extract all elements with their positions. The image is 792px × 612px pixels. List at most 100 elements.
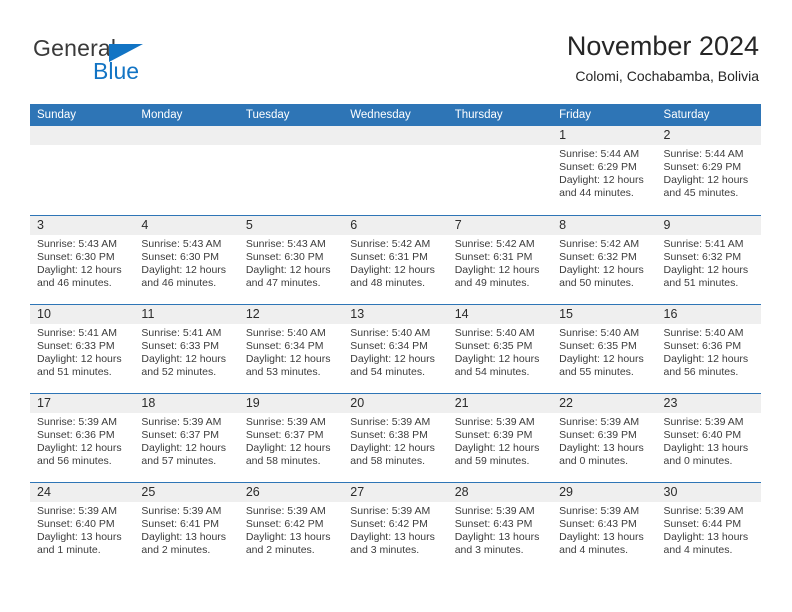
day-details: Sunrise: 5:42 AM Sunset: 6:31 PM Daylight:… (448, 235, 552, 290)
day-number-band: 10 (30, 305, 135, 324)
sunset-text: Sunset: 6:43 PM (454, 518, 533, 531)
day-cell[interactable]: 16 Sunrise: 5:40 AM Sunset: 6:36 PM Dayligh… (656, 305, 761, 393)
day-number-band: 21 (447, 394, 553, 413)
day-number-band: 28 (447, 483, 553, 502)
sunset-text: Sunset: 6:34 PM (350, 340, 428, 353)
sunrise-text: Sunrise: 5:39 AM (559, 416, 640, 428)
day-cell[interactable]: 1 Sunrise: 5:44 AM Sunset: 6:29 PM Daylight… (552, 126, 657, 215)
day-cell[interactable]: 14 Sunrise: 5:40 AM Sunset: 6:35 PM Dayligh… (447, 305, 553, 393)
day-number-band: 15 (552, 305, 657, 324)
day-number-band: 1 (552, 126, 657, 145)
daylight-text: Daylight: 12 hours and 56 minutes. (663, 353, 749, 379)
day-cell[interactable]: 27 Sunrise: 5:39 AM Sunset: 6:42 PM Dayligh… (343, 483, 448, 571)
sunrise-text: Sunrise: 5:40 AM (245, 327, 326, 339)
daylight-text: Daylight: 12 hours and 53 minutes. (245, 353, 331, 379)
day-number: 6 (350, 218, 358, 232)
day-cell[interactable]: 11 Sunrise: 5:41 AM Sunset: 6:33 PM Dayligh… (134, 305, 239, 393)
day-cell[interactable]: 25 Sunrise: 5:39 AM Sunset: 6:41 PM Dayligh… (134, 483, 239, 571)
daylight-text: Daylight: 12 hours and 46 minutes. (37, 264, 122, 290)
day-number-band: 27 (343, 483, 448, 502)
sunset-text: Sunset: 6:33 PM (141, 340, 220, 353)
day-cell[interactable]: 2 Sunrise: 5:44 AM Sunset: 6:29 PM Daylight… (656, 126, 761, 215)
day-cell[interactable]: 4 Sunrise: 5:43 AM Sunset: 6:30 PM Daylight… (134, 216, 239, 304)
day-details: Sunrise: 5:40 AM Sunset: 6:36 PM Daylight:… (657, 324, 761, 379)
day-details: Sunrise: 5:39 AM Sunset: 6:38 PM Daylight:… (343, 413, 447, 468)
day-cell-empty (134, 126, 239, 215)
day-number-band: 16 (656, 305, 761, 324)
day-cell[interactable]: 6 Sunrise: 5:42 AM Sunset: 6:31 PM Daylight… (343, 216, 448, 304)
sunrise-text: Sunrise: 5:40 AM (663, 327, 744, 339)
day-cell[interactable]: 10 Sunrise: 5:41 AM Sunset: 6:33 PM Dayligh… (30, 305, 135, 393)
sunset-text: Sunset: 6:36 PM (663, 340, 742, 353)
day-cell[interactable]: 18 Sunrise: 5:39 AM Sunset: 6:37 PM Dayligh… (134, 394, 239, 482)
sunrise-text: Sunrise: 5:39 AM (245, 416, 326, 428)
sunrise-text: Sunrise: 5:39 AM (559, 505, 640, 517)
day-number-band (30, 126, 135, 145)
day-number: 24 (37, 485, 51, 499)
sunset-text: Sunset: 6:29 PM (559, 161, 637, 174)
calendar-grid: Sunday Monday Tuesday Wednesday Thursday Frid… (30, 104, 761, 571)
daylight-text: Daylight: 12 hours and 44 minutes. (559, 174, 644, 200)
day-details: Sunrise: 5:40 AM Sunset: 6:35 PM Daylight:… (552, 324, 656, 379)
day-cell[interactable]: 17 Sunrise: 5:39 AM Sunset: 6:36 PM Dayligh… (30, 394, 135, 482)
daylight-text: Daylight: 12 hours and 49 minutes. (454, 264, 540, 290)
day-cell[interactable]: 23 Sunrise: 5:39 AM Sunset: 6:40 PM Dayligh… (656, 394, 761, 482)
day-number-band (343, 126, 448, 145)
day-number: 30 (663, 485, 678, 499)
day-cell[interactable]: 29 Sunrise: 5:39 AM Sunset: 6:43 PM Dayligh… (552, 483, 657, 571)
day-number: 16 (663, 307, 678, 321)
day-cell[interactable]: 5 Sunrise: 5:43 AM Sunset: 6:30 PM Daylight… (238, 216, 344, 304)
day-details: Sunrise: 5:40 AM Sunset: 6:35 PM Daylight:… (448, 324, 552, 379)
sunset-text: Sunset: 6:38 PM (350, 429, 428, 442)
day-cell[interactable]: 22 Sunrise: 5:39 AM Sunset: 6:39 PM Dayligh… (552, 394, 657, 482)
sunset-text: Sunset: 6:41 PM (141, 518, 220, 531)
day-cell[interactable]: 28 Sunrise: 5:39 AM Sunset: 6:43 PM Dayligh… (447, 483, 553, 571)
day-number-band: 26 (238, 483, 344, 502)
day-cell[interactable]: 13 Sunrise: 5:40 AM Sunset: 6:34 PM Dayligh… (343, 305, 448, 393)
day-cell[interactable]: 15 Sunrise: 5:40 AM Sunset: 6:35 PM Dayligh… (552, 305, 657, 393)
sunrise-text: Sunrise: 5:39 AM (37, 505, 117, 517)
day-cell[interactable]: 20 Sunrise: 5:39 AM Sunset: 6:38 PM Dayligh… (343, 394, 448, 482)
week-row: 10 Sunrise: 5:41 AM Sunset: 6:33 PM Dayligh… (30, 304, 761, 393)
sunset-text: Sunset: 6:43 PM (559, 518, 637, 531)
day-cell[interactable]: 7 Sunrise: 5:42 AM Sunset: 6:31 PM Daylight… (447, 216, 553, 304)
day-cell[interactable]: 12 Sunrise: 5:40 AM Sunset: 6:34 PM Dayligh… (238, 305, 344, 393)
sunset-text: Sunset: 6:42 PM (350, 518, 428, 531)
week-row: 1 Sunrise: 5:44 AM Sunset: 6:29 PM Daylight… (30, 126, 761, 215)
day-details: Sunrise: 5:39 AM Sunset: 6:44 PM Daylight:… (657, 502, 761, 557)
day-cell[interactable]: 24 Sunrise: 5:39 AM Sunset: 6:40 PM Dayligh… (30, 483, 135, 571)
day-number-band: 12 (238, 305, 344, 324)
day-cell[interactable]: 26 Sunrise: 5:39 AM Sunset: 6:42 PM Dayligh… (238, 483, 344, 571)
day-number: 21 (454, 396, 469, 410)
daylight-text: Daylight: 13 hours and 2 minutes. (245, 531, 331, 557)
daylight-text: Daylight: 13 hours and 3 minutes. (454, 531, 540, 557)
sunset-text: Sunset: 6:39 PM (559, 429, 637, 442)
day-cell[interactable]: 19 Sunrise: 5:39 AM Sunset: 6:37 PM Dayligh… (238, 394, 344, 482)
brand-logo[interactable]: General Blue (33, 36, 263, 92)
day-details: Sunrise: 5:43 AM Sunset: 6:30 PM Daylight:… (134, 235, 238, 290)
day-details: Sunrise: 5:44 AM Sunset: 6:29 PM Daylight:… (552, 145, 656, 200)
day-number-band: 7 (447, 216, 553, 235)
weekday-header-saturday: Saturday (663, 109, 710, 121)
sunrise-text: Sunrise: 5:41 AM (141, 327, 222, 339)
daylight-text: Daylight: 12 hours and 58 minutes. (245, 442, 331, 468)
weekday-header-tuesday: Tuesday (245, 109, 290, 121)
day-details: Sunrise: 5:41 AM Sunset: 6:33 PM Daylight:… (134, 324, 238, 379)
day-cell[interactable]: 21 Sunrise: 5:39 AM Sunset: 6:39 PM Dayligh… (447, 394, 553, 482)
day-number: 20 (350, 396, 365, 410)
day-number-band: 24 (30, 483, 135, 502)
day-details: Sunrise: 5:39 AM Sunset: 6:42 PM Daylight:… (239, 502, 343, 557)
day-number: 8 (559, 218, 567, 232)
daylight-text: Daylight: 12 hours and 56 minutes. (37, 442, 122, 468)
day-number: 26 (245, 485, 260, 499)
day-cell[interactable]: 3 Sunrise: 5:43 AM Sunset: 6:30 PM Daylight… (30, 216, 135, 304)
day-details: Sunrise: 5:39 AM Sunset: 6:37 PM Daylight:… (134, 413, 238, 468)
day-details: Sunrise: 5:40 AM Sunset: 6:34 PM Daylight:… (343, 324, 447, 379)
day-cell[interactable]: 30 Sunrise: 5:39 AM Sunset: 6:44 PM Dayligh… (656, 483, 761, 571)
sunset-text: Sunset: 6:35 PM (454, 340, 533, 353)
day-details: Sunrise: 5:41 AM Sunset: 6:33 PM Daylight:… (30, 324, 134, 379)
day-cell[interactable]: 8 Sunrise: 5:42 AM Sunset: 6:32 PM Daylight… (552, 216, 657, 304)
day-cell[interactable]: 9 Sunrise: 5:41 AM Sunset: 6:32 PM Daylight… (656, 216, 761, 304)
sunset-text: Sunset: 6:36 PM (37, 429, 115, 442)
day-number: 12 (245, 307, 260, 321)
